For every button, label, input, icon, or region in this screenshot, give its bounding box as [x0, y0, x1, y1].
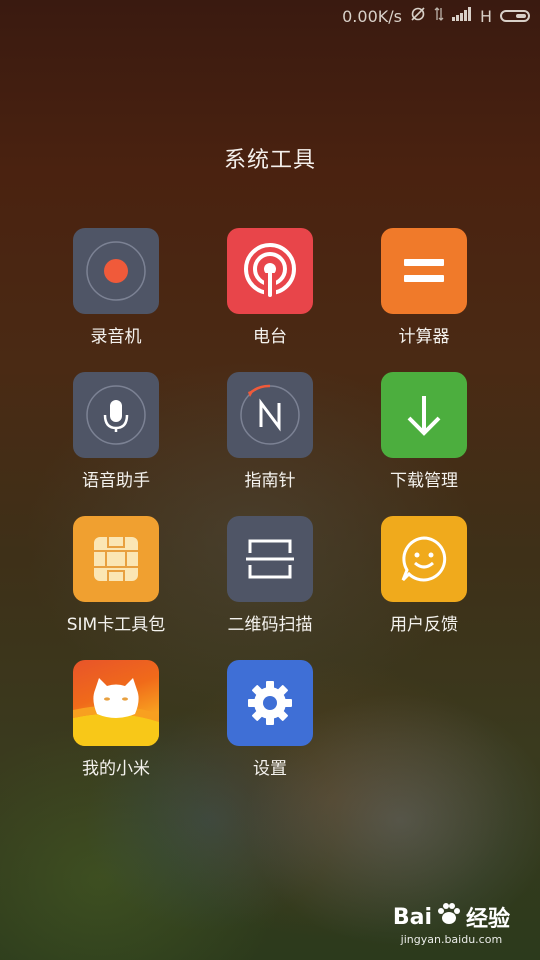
- app-feedback[interactable]: 用户反馈: [349, 516, 499, 635]
- compass-icon: [227, 372, 313, 458]
- battery-icon: [500, 10, 530, 22]
- app-calculator[interactable]: 计算器: [349, 228, 499, 347]
- watermark-suffix: 经验: [465, 907, 510, 932]
- app-label: SIM卡工具包: [66, 615, 166, 635]
- feedback-icon: [381, 516, 467, 602]
- qr-scan-icon: [227, 516, 313, 602]
- app-label: 指南针: [244, 471, 296, 491]
- baidu-watermark: Bai 经验 jingyan.baidu.com: [393, 901, 510, 946]
- app-sim-toolkit[interactable]: SIM卡工具包: [41, 516, 191, 635]
- app-settings[interactable]: 设置: [195, 660, 345, 779]
- app-label: 用户反馈: [390, 615, 458, 635]
- network-type: H: [479, 6, 492, 26]
- folder-title: 系统工具: [223, 148, 316, 173]
- download-icon: [381, 372, 467, 458]
- watermark-url: jingyan.baidu.com: [400, 933, 503, 946]
- app-label: 下载管理: [390, 471, 458, 491]
- sync-off-icon: [410, 6, 426, 26]
- sim-card-icon: [73, 516, 159, 602]
- app-label: 录音机: [90, 327, 142, 347]
- paw-icon: [436, 902, 462, 932]
- radio-icon: [227, 228, 313, 314]
- settings-gear-icon: [227, 660, 313, 746]
- app-label: 二维码扫描: [227, 615, 313, 635]
- app-voice-assistant[interactable]: 语音助手: [41, 372, 191, 491]
- signal-icon: [451, 7, 472, 25]
- app-label: 计算器: [398, 327, 450, 347]
- calculator-icon: [381, 228, 467, 314]
- network-speed: 0.00K/s: [342, 6, 402, 26]
- data-arrows-icon: [434, 6, 444, 26]
- mi-bunny-icon: [73, 660, 159, 746]
- app-recorder[interactable]: 录音机: [41, 228, 191, 347]
- microphone-icon: [73, 372, 159, 458]
- app-label: 语音助手: [82, 471, 150, 491]
- app-label: 我的小米: [82, 759, 150, 779]
- app-radio[interactable]: 电台: [195, 228, 345, 347]
- app-compass[interactable]: 指南针: [195, 372, 345, 491]
- recorder-icon: [73, 228, 159, 314]
- app-download-manager[interactable]: 下载管理: [349, 372, 499, 491]
- app-qr-scanner[interactable]: 二维码扫描: [195, 516, 345, 635]
- status-bar: 0.00K/s H: [0, 0, 540, 32]
- app-label: 电台: [253, 327, 287, 347]
- app-my-xiaomi[interactable]: 我的小米: [41, 660, 191, 779]
- watermark-brand: Bai: [392, 904, 432, 930]
- app-label: 设置: [253, 759, 287, 779]
